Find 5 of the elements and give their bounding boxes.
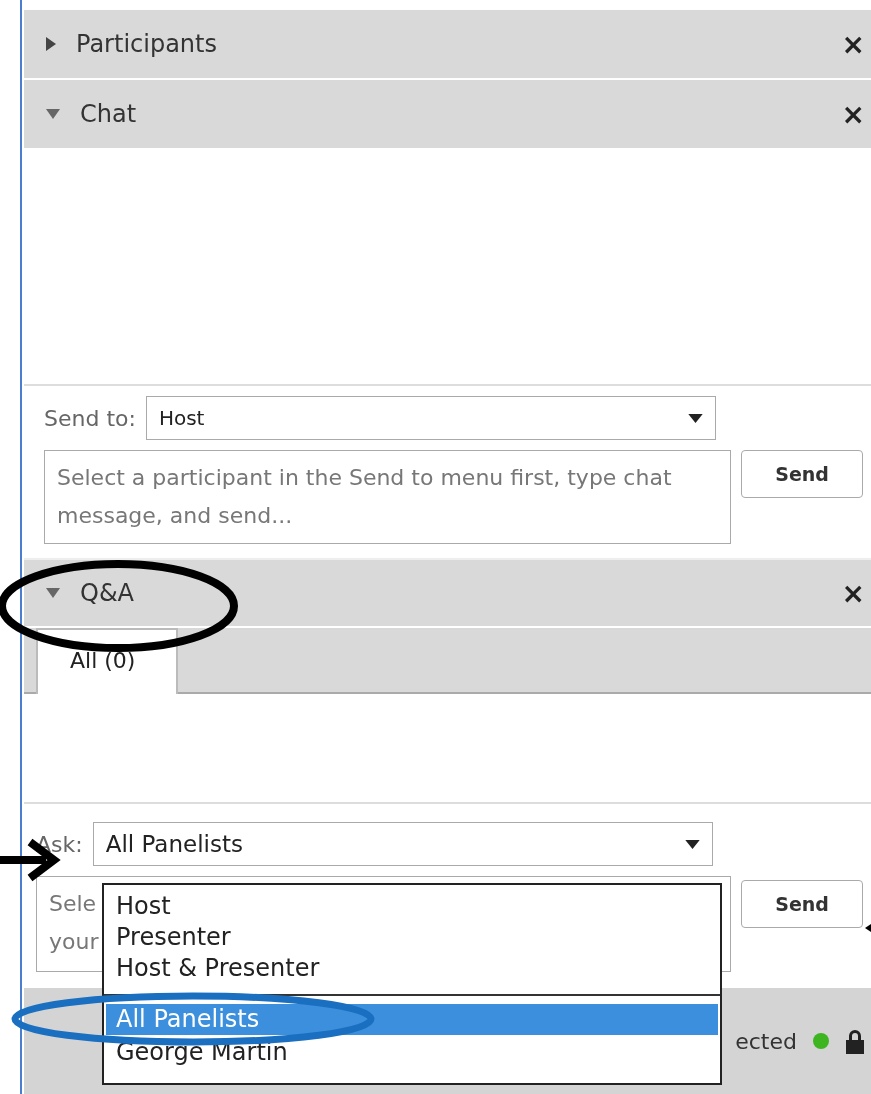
status-text: ected [735, 1028, 797, 1054]
panel-title: Chat [80, 100, 137, 128]
panel-title: Q&A [80, 579, 135, 607]
send-to-label: Send to: [44, 405, 136, 431]
panel-title: Participants [76, 30, 217, 58]
